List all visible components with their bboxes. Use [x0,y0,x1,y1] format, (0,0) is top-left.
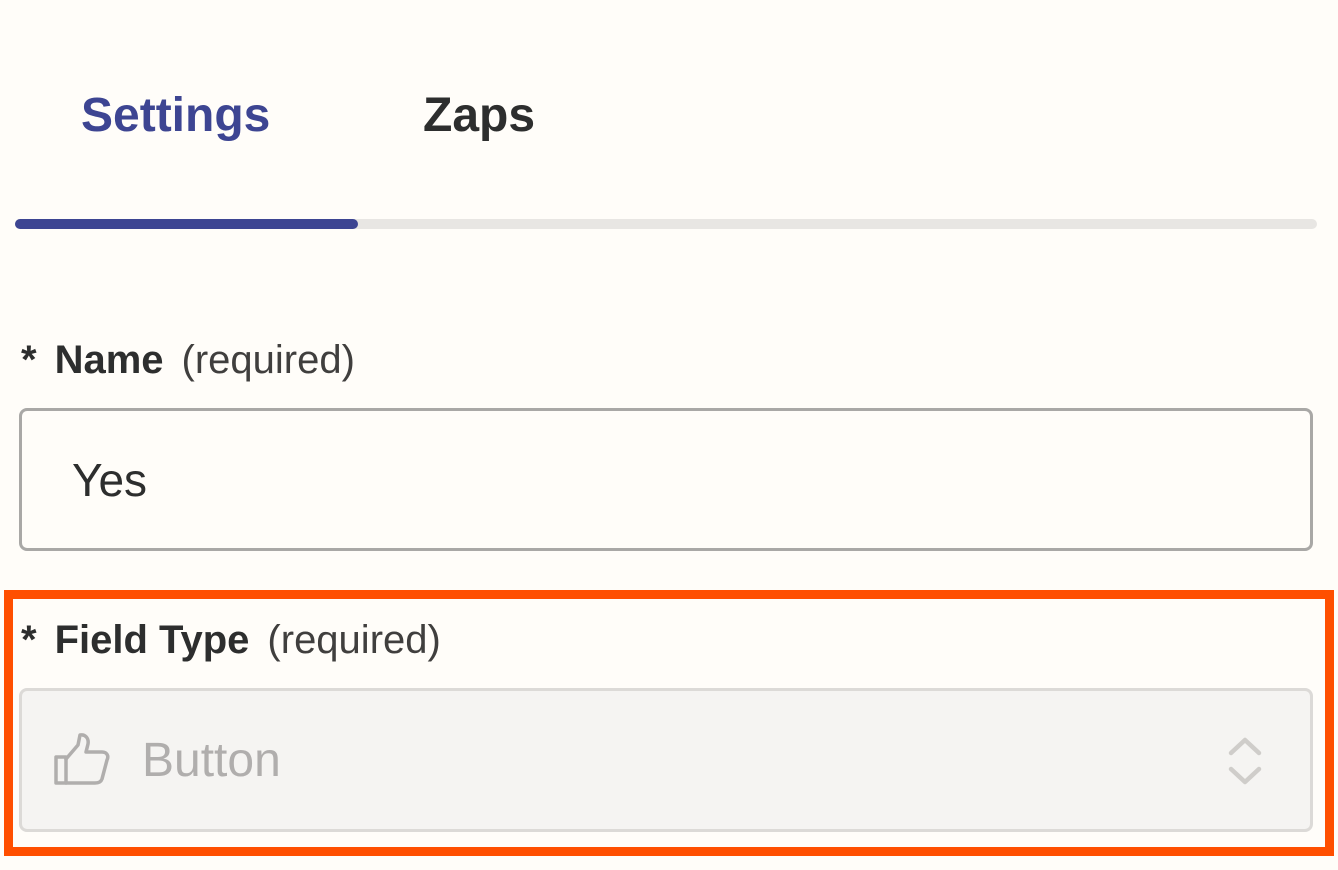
required-hint: (required) [181,338,355,382]
tab-active-indicator [15,219,358,229]
tab-zaps[interactable]: Zaps [423,84,535,148]
name-field-label: * Name (required) [21,334,355,386]
field-type-label: * Field Type (required) [21,614,441,666]
field-type-selected-value: Button [142,734,281,787]
name-input[interactable] [72,411,1252,548]
name-label-text: Name [54,338,164,382]
required-asterisk: * [21,618,37,662]
chevron-up-down-icon [1228,737,1262,785]
tab-bar: Settings Zaps [0,0,1338,232]
field-type-label-text: Field Type [54,618,250,662]
tab-settings[interactable]: Settings [81,84,270,148]
field-type-select[interactable]: Button [19,688,1313,832]
name-field[interactable] [19,408,1313,551]
required-hint: (required) [267,618,441,662]
required-asterisk: * [21,338,37,382]
thumbs-up-icon [54,733,110,785]
